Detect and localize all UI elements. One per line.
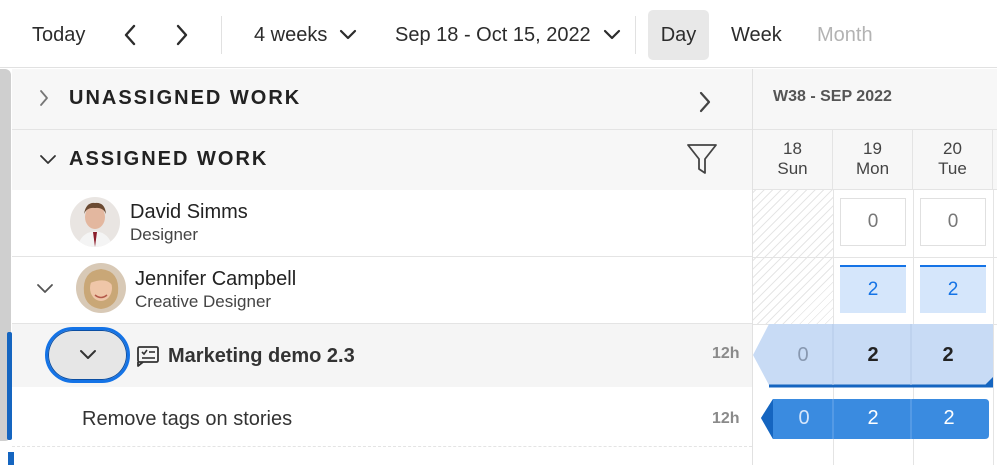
grid-line — [753, 257, 997, 258]
week-header: W38 - SEP 2022 — [753, 69, 997, 130]
avatar — [76, 263, 126, 313]
avatar — [70, 197, 120, 247]
day-of-week: Sun — [777, 159, 808, 178]
toolbar-divider — [221, 16, 222, 54]
chevron-down-icon — [79, 350, 96, 359]
project-hours-cell[interactable]: 2 — [913, 324, 983, 386]
capacity-cell[interactable]: 2 — [920, 265, 986, 313]
person-name: David Simms — [130, 201, 248, 223]
task-hours-cell[interactable]: 2 — [913, 397, 985, 439]
person-row-david[interactable]: David Simms Designer — [12, 190, 752, 257]
filter-icon — [687, 144, 717, 174]
project-title[interactable]: Marketing demo 2.3 — [168, 345, 355, 368]
chevron-down-icon — [340, 29, 357, 40]
day-header-tue: 20 Tue — [913, 130, 993, 190]
capacity-cell[interactable]: 0 — [920, 198, 986, 246]
task-hours: 12h — [712, 410, 740, 427]
day-header-mon: 19 Mon — [833, 130, 913, 190]
section-title: UNASSIGNED WORK — [69, 87, 302, 109]
person-role: Creative Designer — [135, 292, 272, 311]
chevron-down-icon — [603, 29, 620, 40]
expand-panel-button[interactable] — [698, 91, 712, 113]
next-row-accent — [8, 452, 14, 465]
chevron-right-icon — [699, 91, 711, 113]
day-number: 19 — [863, 139, 882, 158]
capacity-cell[interactable]: 2 — [840, 265, 906, 313]
view-day-button[interactable]: Day — [648, 10, 709, 60]
view-month-button: Month — [817, 23, 873, 46]
day-of-week: Mon — [855, 159, 890, 178]
expand-person-button[interactable] — [36, 283, 54, 295]
today-button[interactable]: Today — [32, 10, 85, 60]
project-collapse-button[interactable] — [45, 327, 130, 383]
chevron-down-icon — [40, 155, 56, 164]
project-allocation-bar[interactable]: 0 2 2 — [753, 324, 993, 390]
task-title[interactable]: Remove tags on stories — [82, 408, 292, 431]
toolbar-divider — [635, 16, 636, 54]
week-label: W38 - SEP 2022 — [773, 88, 892, 105]
filter-button[interactable] — [686, 142, 718, 178]
view-week-button[interactable]: Week — [731, 10, 782, 60]
chevron-right-icon — [176, 24, 188, 46]
task-allocation-bar[interactable]: 0 2 2 — [753, 397, 993, 439]
task-hours-cell[interactable]: 2 — [837, 397, 909, 439]
task-row[interactable]: Remove tags on stories 12h — [12, 387, 752, 447]
chevron-left-icon — [124, 24, 136, 46]
date-range-label: Sep 18 - Oct 15, 2022 — [395, 23, 591, 46]
grid-line — [993, 190, 994, 465]
unassigned-work-section[interactable]: UNASSIGNED WORK — [12, 69, 752, 130]
project-icon — [137, 346, 159, 367]
date-range-dropdown[interactable]: Sep 18 - Oct 15, 2022 — [395, 10, 621, 60]
day-number: 18 — [783, 139, 802, 158]
task-hours-cell[interactable]: 0 — [771, 397, 837, 439]
day-number: 20 — [943, 139, 962, 158]
day-of-week: Tue — [938, 159, 967, 178]
chevron-right-icon — [40, 90, 48, 106]
calendar-grid: W38 - SEP 2022 18 Sun 19 Mon 20 Tue 0 0 … — [752, 69, 997, 465]
range-dropdown[interactable]: 4 weeks — [254, 10, 357, 60]
day-header-sun: 18 Sun — [753, 130, 833, 190]
person-role: Designer — [130, 225, 199, 244]
prev-period-button[interactable] — [118, 10, 142, 60]
chevron-down-icon — [37, 284, 53, 293]
next-period-button[interactable] — [170, 10, 194, 60]
person-name: Jennifer Campbell — [135, 268, 297, 290]
person-row-jennifer[interactable]: Jennifer Campbell Creative Designer — [12, 257, 752, 324]
project-hours-cell[interactable]: 2 — [838, 324, 908, 386]
project-row[interactable]: Marketing demo 2.3 12h — [12, 324, 752, 387]
range-label: 4 weeks — [254, 23, 328, 46]
toolbar: Today 4 weeks Sep 18 - Oct 15, 2022 Day … — [0, 0, 997, 68]
section-title: ASSIGNED WORK — [69, 148, 269, 170]
assigned-work-section[interactable]: ASSIGNED WORK — [12, 130, 752, 191]
project-hours-cell[interactable]: 0 — [768, 324, 838, 386]
capacity-cell[interactable]: 0 — [840, 198, 906, 246]
project-hours: 12h — [712, 345, 740, 362]
days-header: 18 Sun 19 Mon 20 Tue — [753, 130, 997, 190]
